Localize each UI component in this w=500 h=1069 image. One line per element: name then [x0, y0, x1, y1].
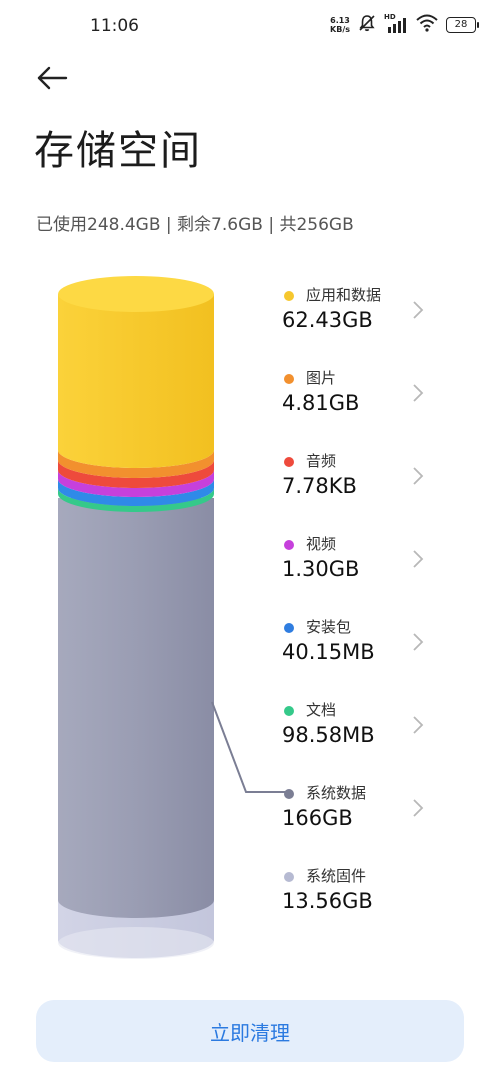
legend-label: 系统固件 [306, 867, 367, 885]
legend-item-apps[interactable]: 应用和数据 62.43GB [282, 282, 442, 342]
legend-item-system-firmware: 系统固件 13.56GB [282, 863, 442, 923]
chevron-right-icon [413, 633, 424, 651]
net-speed: 6.13 KB/s [330, 16, 350, 34]
segment-apps [58, 294, 214, 468]
legend-label: 文档 [306, 701, 337, 719]
legend-item-audio[interactable]: 音频 7.78KB [282, 448, 442, 508]
legend-label: 系统数据 [306, 784, 367, 802]
chevron-right-icon [413, 550, 424, 568]
legend-value: 1.30GB [282, 557, 360, 581]
legend-label: 音频 [306, 452, 337, 470]
wifi-icon [416, 14, 438, 36]
chevron-right-icon [413, 467, 424, 485]
legend-value: 7.78KB [282, 474, 357, 498]
dot-icon [284, 872, 294, 882]
bell-muted-icon [358, 14, 376, 36]
page-title: 存储空间 [34, 128, 202, 174]
legend-label: 安装包 [306, 618, 352, 636]
legend-value: 166GB [282, 806, 353, 830]
chevron-right-icon [413, 799, 424, 817]
net-speed-unit: KB/s [330, 25, 350, 34]
dot-icon [284, 457, 294, 467]
legend-value: 98.58MB [282, 723, 375, 747]
legend-label: 视频 [306, 535, 337, 553]
legend-item-packages[interactable]: 安装包 40.15MB [282, 614, 442, 674]
dot-icon [284, 291, 294, 301]
legend-item-images[interactable]: 图片 4.81GB [282, 365, 442, 425]
dot-icon [284, 706, 294, 716]
legend-value: 13.56GB [282, 889, 373, 913]
status-icons: 6.13 KB/s HD 28 [330, 13, 479, 36]
chevron-right-icon [413, 384, 424, 402]
storage-summary: 已使用248.4GB | 剩余7.6GB | 共256GB [36, 215, 354, 235]
dot-icon [284, 789, 294, 799]
battery-icon: 28 [446, 17, 479, 33]
storage-cylinder [58, 276, 214, 959]
dot-icon [284, 623, 294, 633]
status-bar: 11:06 6.13 KB/s HD 28 [0, 0, 500, 52]
signal-icon: HD [384, 13, 408, 34]
dot-icon [284, 374, 294, 384]
status-time: 11:06 [90, 16, 139, 36]
legend-item-system-data[interactable]: 系统数据 166GB [282, 780, 442, 840]
legend-item-video[interactable]: 视频 1.30GB [282, 531, 442, 591]
chevron-right-icon [413, 301, 424, 319]
segment-system-data [58, 498, 214, 918]
legend-value: 4.81GB [282, 391, 360, 415]
arrow-left-icon [37, 66, 68, 90]
legend-label: 图片 [306, 369, 337, 387]
cylinder-bottom-shadow [58, 927, 214, 959]
cylinder-top [58, 276, 214, 312]
legend-label: 应用和数据 [306, 286, 382, 304]
net-speed-value: 6.13 [330, 16, 350, 25]
back-button[interactable] [30, 60, 74, 96]
legend-value: 62.43GB [282, 308, 373, 332]
dot-icon [284, 540, 294, 550]
legend-item-documents[interactable]: 文档 98.58MB [282, 697, 442, 757]
chevron-right-icon [413, 716, 424, 734]
legend-value: 40.15MB [282, 640, 375, 664]
clean-now-button[interactable]: 立即清理 [36, 1000, 464, 1062]
